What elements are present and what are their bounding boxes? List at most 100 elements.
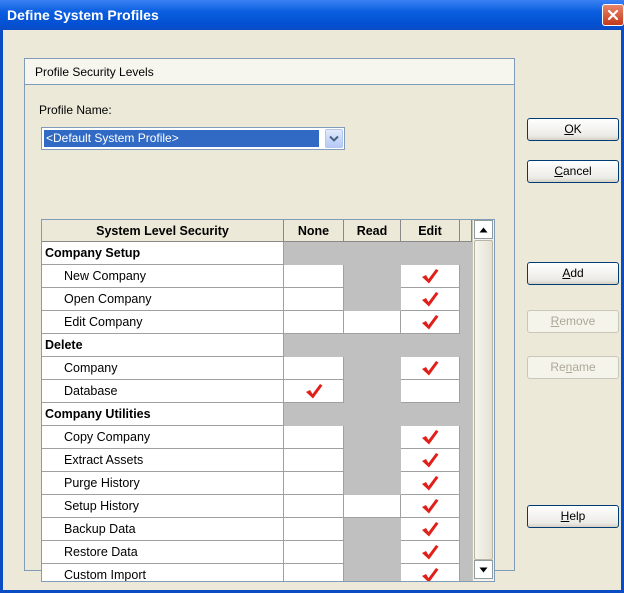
arrow-down-icon [479,567,488,572]
read-permission-cell [344,357,401,380]
checkmark-icon [304,382,324,400]
scroll-thumb[interactable] [474,240,493,560]
section-filler [284,334,472,357]
none-permission-cell[interactable] [284,357,344,380]
permission-label: Database [42,380,284,403]
profile-name-combo[interactable]: <Default System Profile> [41,127,345,150]
none-permission-cell[interactable] [284,311,344,334]
edit-permission-cell[interactable] [401,380,460,403]
cancel-mnemonic: C [554,164,563,178]
table-row: Edit Company [42,311,472,334]
none-permission-cell[interactable] [284,380,344,403]
add-button[interactable]: Add [527,262,619,285]
remove-post: emove [559,314,596,328]
permission-label: Company [42,357,284,380]
none-permission-cell[interactable] [284,288,344,311]
table-row: Custom Import [42,564,472,581]
vertical-scrollbar[interactable] [472,220,494,581]
checkmark-icon [420,313,440,331]
header-edit: Edit [401,220,460,242]
help-post: elp [569,509,586,523]
permission-label: Extract Assets [42,449,284,472]
scroll-down-button[interactable] [474,560,493,579]
read-permission-cell [344,380,401,403]
checkmark-icon [420,290,440,308]
header-none: None [284,220,344,242]
none-permission-cell[interactable] [284,541,344,564]
rename-button[interactable]: Rename [527,356,619,379]
edit-permission-cell[interactable] [401,495,460,518]
read-permission-cell [344,518,401,541]
edit-permission-cell[interactable] [401,265,460,288]
profile-name-label: Profile Name: [39,103,112,117]
none-permission-cell[interactable] [284,426,344,449]
table-row: New Company [42,265,472,288]
ok-mnemonic: O [564,122,574,136]
edit-permission-cell[interactable] [401,472,460,495]
read-permission-cell[interactable] [344,311,401,334]
none-permission-cell[interactable] [284,518,344,541]
edit-permission-cell[interactable] [401,564,460,581]
none-permission-cell[interactable] [284,449,344,472]
ok-post: K [573,122,582,136]
section-label: Company Utilities [42,403,284,426]
close-icon [607,9,619,21]
table-row: Setup History [42,495,472,518]
ok-button[interactable]: OK [527,118,619,141]
title-bar[interactable]: Define System Profiles [0,0,624,30]
none-permission-cell[interactable] [284,495,344,518]
checkmark-icon [420,474,440,492]
edit-permission-cell[interactable] [401,357,460,380]
profile-security-group: Profile Security Levels Profile Name: <D… [24,58,515,582]
checkmark-icon [420,566,440,581]
profile-name-value: <Default System Profile> [44,130,319,147]
edit-permission-cell[interactable] [401,426,460,449]
table-row: Open Company [42,288,472,311]
header-read: Read [344,220,401,242]
table-row: Restore Data [42,541,472,564]
edit-permission-cell[interactable] [401,449,460,472]
edit-permission-cell[interactable] [401,288,460,311]
read-permission-cell [344,426,401,449]
none-permission-cell[interactable] [284,564,344,581]
edit-permission-cell[interactable] [401,518,460,541]
section-row: Company Setup [42,242,472,265]
none-permission-cell[interactable] [284,265,344,288]
help-button[interactable]: Help [527,505,619,528]
dropdown-button[interactable] [325,129,343,148]
section-label: Delete [42,334,284,357]
security-grid[interactable]: System Level Security None Read Edit Com… [41,219,495,582]
permission-label: Restore Data [42,541,284,564]
permission-label: Copy Company [42,426,284,449]
edit-permission-cell[interactable] [401,541,460,564]
read-permission-cell [344,564,401,581]
table-row: Backup Data [42,518,472,541]
none-permission-cell[interactable] [284,472,344,495]
section-filler [284,403,472,426]
read-permission-cell [344,265,401,288]
window-title: Define System Profiles [7,7,159,23]
header-label: System Level Security [42,220,284,242]
section-row: Delete [42,334,472,357]
checkmark-icon [420,451,440,469]
permission-label: Open Company [42,288,284,311]
read-permission-cell [344,541,401,564]
read-permission-cell [344,288,401,311]
arrow-up-icon [479,227,488,232]
remove-mnemonic: R [550,314,560,328]
section-filler [284,242,472,265]
read-permission-cell[interactable] [344,495,401,518]
cancel-button[interactable]: Cancel [527,160,619,183]
edit-permission-cell[interactable] [401,311,460,334]
scroll-up-button[interactable] [474,220,493,239]
table-row: Purge History [42,472,472,495]
group-title: Profile Security Levels [25,59,514,85]
close-button[interactable] [602,4,624,26]
permission-label: Purge History [42,472,284,495]
permission-label: New Company [42,265,284,288]
remove-button[interactable]: Remove [527,310,619,333]
add-post: dd [570,266,584,280]
checkmark-icon [420,428,440,446]
permission-label: Setup History [42,495,284,518]
table-row: Database [42,380,472,403]
